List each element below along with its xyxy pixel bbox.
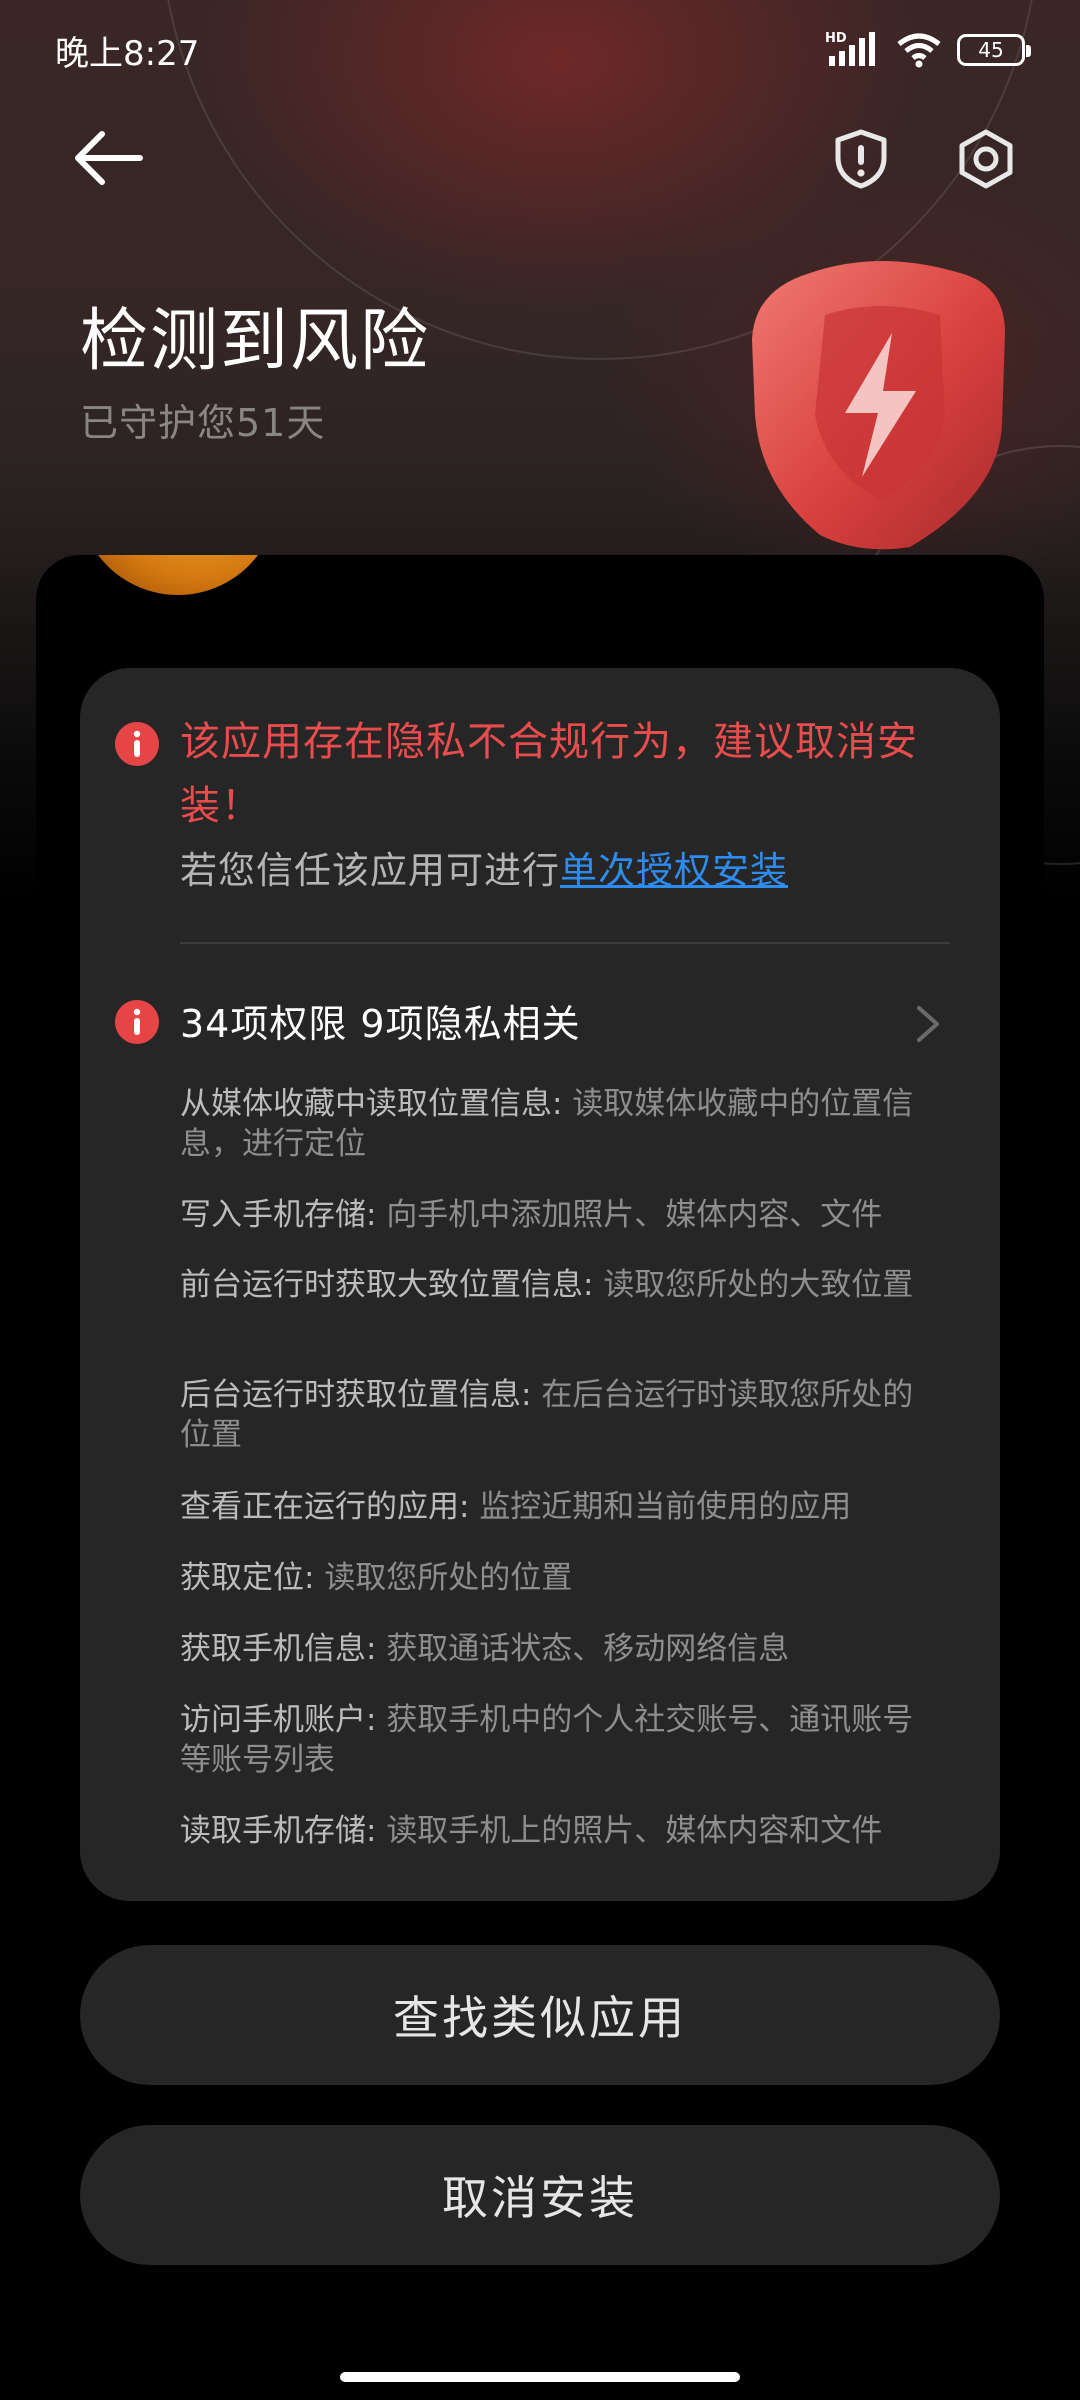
permission-desc: 监控近期和当前使用的应用: [479, 1489, 852, 1525]
battery-level: 45: [978, 38, 1004, 62]
app-icon: [78, 555, 278, 597]
privacy-warning-text: 该应用存在隐私不合规行为，建议取消安装！: [180, 719, 918, 829]
permission-name: 访问手机账户: [180, 1702, 366, 1738]
permission-name: 后台运行时获取位置信息: [180, 1377, 521, 1413]
permission-desc: 读取您所处的大致位置: [603, 1267, 914, 1303]
permission-item: 获取手机信息: 获取通话状态、移动网络信息: [180, 1631, 790, 1667]
permission-item: 读取手机存储: 读取手机上的照片、媒体内容和文件: [180, 1813, 883, 1849]
home-indicator[interactable]: [340, 2372, 740, 2382]
permission-item: 写入手机存储: 向手机中添加照片、媒体内容、文件: [180, 1197, 883, 1233]
permission-desc: 向手机中添加照片、媒体内容、文件: [386, 1197, 883, 1233]
permissions-summary[interactable]: 34项权限 9项隐私相关: [180, 993, 581, 1048]
permission-name: 写入手机存储: [180, 1197, 366, 1233]
permission-item: 访问手机账户: 获取手机中的个人社交账号、通讯账号等账号列表: [180, 1702, 914, 1778]
trust-line: 若您信任该应用可进行单次授权安装: [180, 840, 788, 894]
permission-desc: 读取手机上的照片、媒体内容和文件: [386, 1813, 883, 1849]
back-button[interactable]: [70, 125, 146, 191]
status-time: 晚上8:27: [55, 33, 200, 74]
status-bar: 晚上8:27 HD 45: [0, 0, 1080, 100]
permission-item: 从媒体收藏中读取位置信息: 读取媒体收藏中的位置信息，进行定位: [180, 1086, 914, 1162]
permission-name: 读取手机存储: [180, 1813, 366, 1849]
permission-item: 获取定位: 读取您所处的位置: [180, 1560, 573, 1596]
trust-prefix: 若您信任该应用可进行: [180, 849, 560, 892]
lightning-shield-badge-icon: [752, 261, 1005, 550]
wifi-icon: [897, 33, 941, 68]
divider: [180, 942, 950, 944]
permission-item: 后台运行时获取位置信息: 在后台运行时读取您所处的位置: [180, 1377, 914, 1453]
permission-desc: 获取通话状态、移动网络信息: [386, 1631, 790, 1667]
page-subtitle: 已守护您51天: [80, 401, 326, 445]
permission-item: 前台运行时获取大致位置信息: 读取您所处的大致位置: [180, 1267, 914, 1303]
settings-hex-icon: [959, 129, 1013, 189]
security-button[interactable]: [830, 128, 892, 190]
page-title: 检测到风险: [80, 302, 431, 381]
find-similar-apps-button[interactable]: 查找类似应用: [80, 1945, 1000, 2085]
permission-item: 查看正在运行的应用: 监控近期和当前使用的应用: [180, 1489, 852, 1525]
permission-name: 获取定位: [180, 1560, 304, 1596]
network-label: HD: [825, 31, 847, 46]
status-icons: HD 45: [825, 30, 1031, 70]
warning-icon: [115, 1000, 159, 1044]
chevron-right-icon[interactable]: [913, 1002, 943, 1046]
signal-icon: HD: [825, 31, 875, 66]
permission-name: 前台运行时获取大致位置信息: [180, 1267, 583, 1303]
permission-name: 查看正在运行的应用: [180, 1489, 459, 1525]
permission-name: 从媒体收藏中读取位置信息: [180, 1086, 552, 1122]
permission-desc: 读取您所处的位置: [324, 1560, 573, 1596]
cancel-install-button[interactable]: 取消安装: [80, 2125, 1000, 2265]
permission-name: 获取手机信息: [180, 1631, 366, 1667]
settings-button[interactable]: [955, 128, 1017, 190]
warning-icon: [115, 722, 159, 766]
arrow-left-icon: [75, 131, 143, 185]
shield-alert-icon: [835, 129, 887, 189]
single-authorization-install-link[interactable]: 单次授权安装: [560, 849, 788, 892]
battery-icon: 45: [957, 34, 1031, 66]
